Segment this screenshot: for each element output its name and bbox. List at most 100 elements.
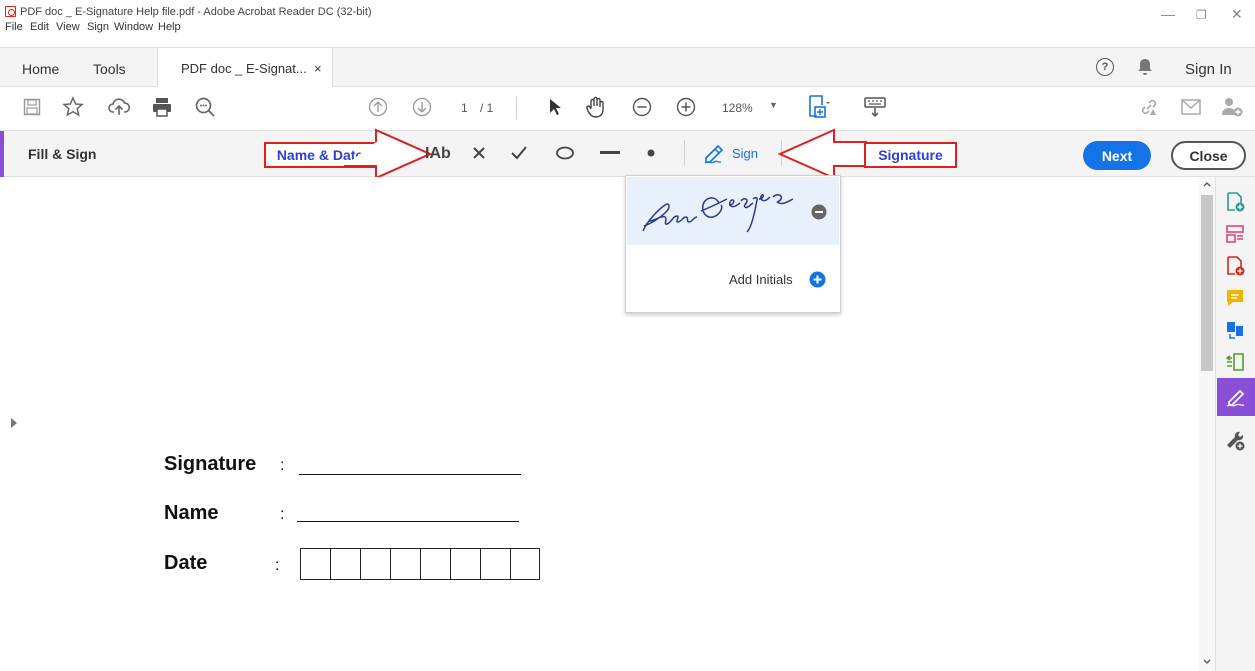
check-mark-tool-icon[interactable] — [511, 146, 527, 160]
name-field-label: Name — [164, 502, 219, 524]
keyboard-scroll-icon[interactable] — [863, 95, 887, 119]
signature-dropdown-panel: Add Initials — [625, 175, 841, 313]
tab-document-label: PDF doc _ E-Signat... — [181, 61, 307, 76]
zoom-out-icon[interactable] — [632, 97, 652, 117]
window-title: PDF doc _ E-Signature Help file.pdf - Ad… — [20, 6, 372, 18]
close-window-button[interactable]: ✕ — [1231, 6, 1243, 23]
signature-field-label: Signature — [164, 453, 257, 475]
fill-sign-accent-bar — [0, 131, 4, 177]
help-icon[interactable]: ? — [1096, 58, 1114, 76]
select-cursor-icon[interactable] — [548, 98, 562, 116]
handwritten-signature-image — [642, 194, 794, 233]
cloud-upload-icon[interactable] — [108, 96, 130, 118]
comment-icon — [1227, 290, 1243, 306]
title-bar: PDF doc _ E-Signature Help file.pdf - Ad… — [0, 0, 1255, 34]
menu-window[interactable]: Window — [114, 21, 153, 33]
page-total: / 1 — [480, 101, 494, 115]
create-pdf-icon — [1227, 192, 1245, 212]
acrobat-pdf-icon — [5, 6, 16, 17]
menu-help[interactable]: Help — [158, 21, 181, 33]
zoom-dropdown-chevron-icon[interactable]: ▼ — [769, 100, 778, 110]
scroll-down-chevron-icon[interactable] — [1203, 659, 1211, 665]
compress-pdf-icon — [1225, 353, 1244, 371]
sign-pen-icon[interactable] — [703, 142, 727, 164]
prepare-form-tool[interactable] — [1219, 218, 1251, 250]
signature-line[interactable] — [299, 474, 521, 475]
ellipse-tool-icon[interactable] — [555, 146, 575, 160]
sign-tool-label[interactable]: Sign — [732, 146, 758, 161]
date-digit-box[interactable] — [360, 548, 390, 580]
cross-mark-tool-icon[interactable] — [472, 146, 486, 160]
date-digit-box[interactable] — [480, 548, 510, 580]
main-toolbar: 1 / 1 128% ▼ — [0, 87, 1255, 131]
signature-annotation-arrow — [778, 128, 867, 180]
email-icon[interactable] — [1180, 97, 1202, 117]
next-page-icon[interactable] — [412, 97, 432, 117]
create-pdf-tool[interactable] — [1219, 186, 1251, 218]
date-field-label: Date — [164, 552, 208, 574]
fill-sign-tool-active[interactable] — [1217, 378, 1255, 416]
compress-pdf-tool[interactable] — [1219, 346, 1251, 378]
prepare-form-icon — [1226, 225, 1244, 243]
print-icon[interactable] — [151, 96, 173, 118]
zoom-in-icon[interactable] — [676, 97, 696, 117]
minimize-button[interactable]: — — [1161, 6, 1175, 22]
tab-home[interactable]: Home — [22, 61, 59, 77]
date-digit-box[interactable] — [450, 548, 480, 580]
menu-file[interactable]: File — [5, 21, 23, 33]
name-line[interactable] — [297, 521, 519, 522]
name-colon: : — [280, 506, 285, 523]
organize-pages-tool[interactable] — [1219, 314, 1251, 346]
save-icon[interactable] — [23, 98, 41, 116]
date-colon: : — [275, 557, 280, 574]
tab-document[interactable]: PDF doc _ E-Signat... × — [157, 48, 333, 88]
date-digit-box[interactable] — [330, 548, 360, 580]
tab-close-icon[interactable]: × — [314, 61, 322, 76]
export-pdf-icon — [1227, 256, 1245, 276]
hand-tool-icon[interactable] — [584, 95, 608, 119]
menu-edit[interactable]: Edit — [30, 21, 49, 33]
close-button[interactable]: Close — [1171, 141, 1246, 170]
tab-tools[interactable]: Tools — [93, 61, 126, 77]
fill-sign-pen-icon — [1226, 389, 1245, 407]
comment-tool[interactable] — [1219, 282, 1251, 314]
sign-in-link[interactable]: Sign In — [1185, 61, 1232, 78]
menu-sign[interactable]: Sign — [87, 21, 109, 33]
dot-tool-icon[interactable] — [647, 149, 655, 157]
add-initials-plus-icon[interactable] — [809, 271, 826, 288]
fill-sign-title: Fill & Sign — [28, 146, 97, 162]
toolbar-separator — [516, 97, 517, 119]
share-link-icon[interactable] — [1138, 96, 1160, 118]
name-date-annotation-arrow — [344, 128, 432, 180]
remove-signature-icon[interactable] — [811, 204, 827, 220]
menu-view[interactable]: View — [56, 21, 80, 33]
bell-icon[interactable] — [1137, 58, 1153, 76]
date-digit-box[interactable] — [300, 548, 330, 580]
previous-page-icon[interactable] — [368, 97, 388, 117]
date-digit-box[interactable] — [510, 548, 540, 580]
add-initials-label[interactable]: Add Initials — [729, 272, 793, 287]
date-digit-box[interactable] — [420, 548, 450, 580]
fill-sign-toolbar: Fill & Sign — [0, 131, 1255, 177]
tab-bar: Home Tools PDF doc _ E-Signat... × ? Sig… — [0, 47, 1255, 88]
scroll-up-chevron-icon[interactable] — [1203, 181, 1211, 187]
add-text-tool[interactable]: IAb — [425, 145, 451, 163]
zoom-search-icon[interactable] — [194, 96, 216, 118]
page-number-input[interactable]: 1 — [461, 101, 468, 115]
left-panel-expand-icon[interactable] — [11, 418, 17, 428]
restore-button[interactable]: ❐ — [1196, 8, 1207, 22]
scrollbar-thumb[interactable] — [1201, 195, 1213, 371]
signature-colon: : — [280, 457, 285, 474]
bookmark-star-icon[interactable] — [62, 96, 84, 118]
add-user-icon[interactable] — [1220, 96, 1244, 118]
signature-annotation-label: Signature — [864, 142, 957, 168]
page-fit-icon[interactable] — [807, 94, 831, 120]
zoom-level-select[interactable]: 128% — [722, 101, 753, 115]
date-digit-box[interactable] — [390, 548, 420, 580]
saved-signature-row[interactable] — [627, 177, 839, 245]
next-button[interactable]: Next — [1083, 141, 1151, 170]
document-page[interactable] — [0, 177, 1199, 671]
export-pdf-tool[interactable] — [1219, 250, 1251, 282]
more-tools-button[interactable] — [1219, 424, 1251, 456]
line-tool-icon[interactable] — [600, 151, 620, 155]
